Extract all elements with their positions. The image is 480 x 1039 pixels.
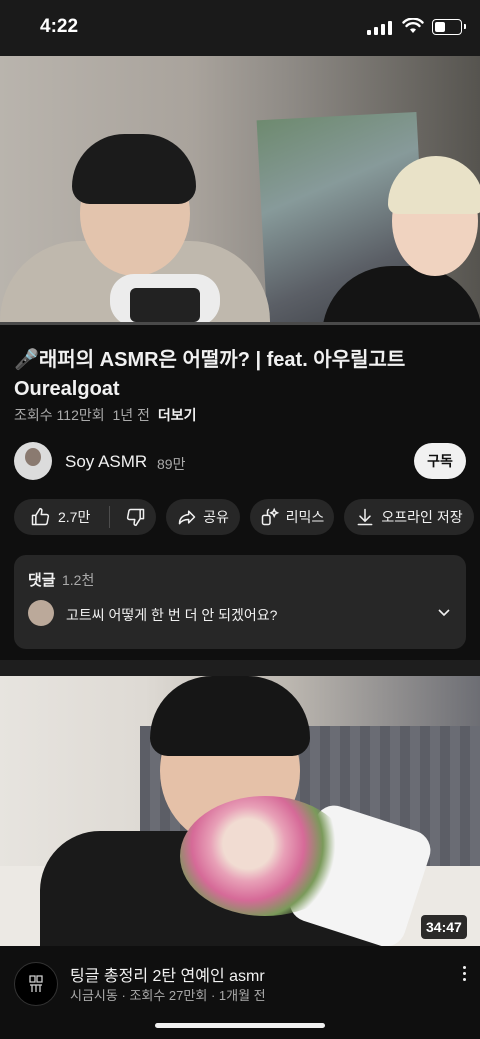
comments-title: 댓글 xyxy=(28,572,56,589)
next-video-thumbnail[interactable] xyxy=(0,676,480,946)
battery-tip xyxy=(464,24,466,29)
home-indicator xyxy=(155,1023,325,1028)
video-player[interactable] xyxy=(0,56,480,324)
section-divider xyxy=(0,660,480,676)
remix-button[interactable]: 리믹스 xyxy=(250,499,334,535)
video-duration-badge: 34:47 xyxy=(421,915,467,939)
more-link[interactable]: 더보기 xyxy=(158,407,197,423)
like-count: 2.7만 xyxy=(58,509,91,525)
top-comment-text: 고트씨 어떻게 한 번 더 안 되겠어요? xyxy=(66,607,278,623)
battery-icon xyxy=(432,19,462,35)
channel-name[interactable]: Soy ASMR xyxy=(65,452,147,472)
remix-icon xyxy=(261,507,279,526)
wifi-icon xyxy=(402,18,424,33)
remix-label: 리믹스 xyxy=(285,509,325,525)
next-video-channel-avatar[interactable] xyxy=(14,962,58,1006)
comments-panel[interactable]: 댓글 1.2천 고트씨 어떻게 한 번 더 안 되겠어요? xyxy=(14,555,466,649)
share-button[interactable]: 공유 xyxy=(166,499,240,535)
status-time: 4:22 xyxy=(40,16,79,37)
meta-separator: · xyxy=(121,988,126,1003)
video-title: 🎤래퍼의 ASMR은 어떨까? | feat. 아우릴고트 Ourealgoat xyxy=(14,349,406,400)
thumb-scene-flowers xyxy=(180,796,350,916)
next-video-age: 1개월 전 xyxy=(218,988,266,1003)
cellular-signal-icon xyxy=(367,21,392,35)
commenter-avatar xyxy=(28,600,54,626)
like-divider xyxy=(108,506,110,528)
like-button[interactable]: 2.7만 xyxy=(14,507,103,527)
more-options-icon[interactable] xyxy=(463,966,466,981)
video-views: 조회수 112만회 xyxy=(14,407,105,423)
video-meta[interactable]: 조회수 112만회 1년 전 더보기 xyxy=(14,405,196,425)
thumbs-down-icon xyxy=(126,508,145,527)
thumbs-up-icon xyxy=(31,507,50,526)
next-video-channel[interactable]: 시금시동 xyxy=(70,988,118,1003)
video-progress-track[interactable] xyxy=(0,322,480,325)
share-icon xyxy=(178,510,196,525)
comments-count: 1.2천 xyxy=(62,572,95,588)
next-video-views: 조회수 27만회 xyxy=(129,988,208,1003)
thumb-scene-hair xyxy=(150,676,310,756)
download-icon xyxy=(357,508,373,526)
meta-separator: · xyxy=(210,988,216,1003)
share-label: 공유 xyxy=(203,509,229,525)
channel-logo-icon xyxy=(29,975,43,992)
next-video-meta: 시금시동 · 조회수 27만회 · 1개월 전 xyxy=(70,985,266,1004)
video-scene-mic-core xyxy=(130,288,200,322)
video-age: 1년 전 xyxy=(112,407,150,423)
video-scene-hair xyxy=(72,134,196,204)
channel-subscriber-count: 89만 xyxy=(157,456,186,472)
next-video-title[interactable]: 팅글 총정리 2탄 연예인 asmr xyxy=(70,962,265,986)
subscribe-button[interactable]: 구독 xyxy=(414,443,466,479)
like-dislike-group: 2.7만 xyxy=(14,499,156,535)
dislike-button[interactable] xyxy=(116,507,156,527)
download-button[interactable]: 오프라인 저장 xyxy=(344,499,474,535)
chevron-down-icon[interactable] xyxy=(438,609,450,617)
download-label: 오프라인 저장 xyxy=(381,509,463,525)
channel-avatar[interactable] xyxy=(14,442,52,480)
